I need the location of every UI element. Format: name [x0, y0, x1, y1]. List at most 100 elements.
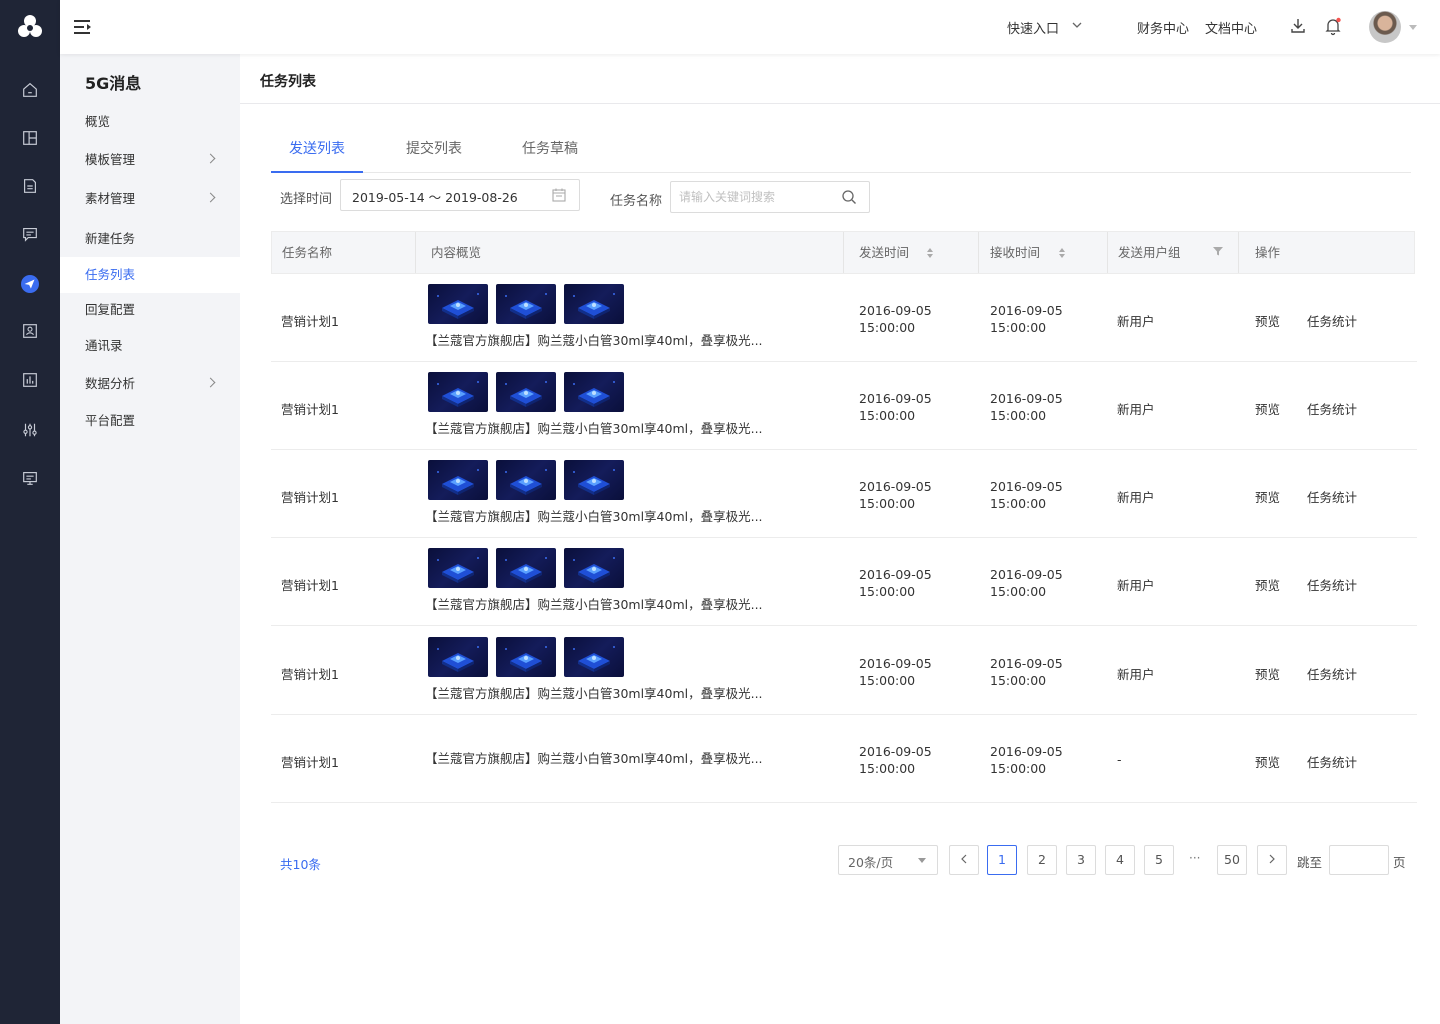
- search-input[interactable]: [679, 188, 839, 206]
- notification-bell-icon[interactable]: [1323, 16, 1343, 36]
- receive-time-cell: 2016-09-05 15:00:00: [990, 655, 1063, 689]
- preview-thumbnail[interactable]: [428, 460, 488, 500]
- receive-clock: 15:00:00: [990, 673, 1047, 688]
- finance-center-link[interactable]: 财务中心: [1137, 18, 1189, 37]
- page-size-select[interactable]: 20条/页: [838, 845, 938, 875]
- task-stats-action-link[interactable]: 任务统计: [1307, 752, 1357, 771]
- quick-entry-dropdown[interactable]: 快速入口: [1007, 18, 1059, 37]
- preview-thumbnail[interactable]: [496, 460, 556, 500]
- tab-task-drafts[interactable]: 任务草稿: [522, 121, 578, 173]
- preview-action-link[interactable]: 预览: [1255, 575, 1280, 594]
- sidebar-item[interactable]: 概览: [60, 104, 240, 140]
- sliders-icon[interactable]: [20, 420, 40, 440]
- page-title: 任务列表: [260, 74, 316, 90]
- jump-page-input[interactable]: [1329, 845, 1389, 875]
- task-stats-action-link[interactable]: 任务统计: [1307, 399, 1357, 418]
- send-clock: 15:00:00: [859, 408, 916, 423]
- docs-center-link[interactable]: 文档中心: [1205, 18, 1257, 37]
- user-avatar[interactable]: [1369, 11, 1401, 43]
- document-icon[interactable]: [20, 176, 40, 196]
- tab-send-list[interactable]: 发送列表: [289, 121, 345, 173]
- preview-thumbnail[interactable]: [428, 372, 488, 412]
- page-number-button[interactable]: 50: [1217, 845, 1247, 875]
- sidebar-item[interactable]: 回复配置: [60, 292, 240, 328]
- sidebar-item[interactable]: 数据分析: [60, 366, 240, 402]
- sort-icon[interactable]: [926, 247, 934, 259]
- next-page-button[interactable]: [1257, 845, 1287, 875]
- prev-page-button[interactable]: [949, 845, 979, 875]
- calendar-icon: [552, 188, 566, 202]
- sidebar-item[interactable]: 模板管理: [60, 142, 240, 178]
- sidebar-item-label: 回复配置: [85, 302, 136, 317]
- send-date: 2016-09-05: [859, 567, 932, 582]
- page-number-button[interactable]: 1: [987, 845, 1017, 875]
- preview-thumbnail[interactable]: [564, 548, 624, 588]
- preview-action-link[interactable]: 预览: [1255, 311, 1280, 330]
- avatar-caret-icon[interactable]: [1409, 25, 1417, 30]
- send-clock: 15:00:00: [859, 673, 916, 688]
- tab-submit-list[interactable]: 提交列表: [406, 121, 462, 173]
- preview-thumbnail[interactable]: [428, 548, 488, 588]
- preview-thumbnail[interactable]: [428, 637, 488, 677]
- tab-bar: 发送列表 提交列表 任务草稿: [271, 121, 1411, 173]
- module-title: 5G消息: [85, 74, 142, 93]
- page-number-button[interactable]: 4: [1105, 845, 1135, 875]
- preview-thumbnail[interactable]: [428, 284, 488, 324]
- search-icon[interactable]: [841, 189, 857, 205]
- preview-thumbnail[interactable]: [496, 372, 556, 412]
- home-icon[interactable]: [20, 80, 40, 100]
- menu-toggle-icon[interactable]: [72, 17, 94, 37]
- download-icon[interactable]: [1288, 16, 1308, 36]
- app-logo-icon[interactable]: [15, 12, 45, 42]
- chevron-left-icon: [961, 854, 967, 864]
- bar-chart-icon[interactable]: [20, 370, 40, 390]
- title-divider: [240, 103, 1440, 104]
- filter-icon[interactable]: [1213, 246, 1223, 256]
- preview-text: 【兰蔻官方旗舰店】购兰蔻小白管30ml享40ml，叠享极光...: [425, 686, 763, 701]
- preview-thumbnail[interactable]: [564, 284, 624, 324]
- preview-thumbnail[interactable]: [496, 637, 556, 677]
- sidebar-item[interactable]: 任务列表: [60, 257, 240, 293]
- preview-thumbnail[interactable]: [564, 460, 624, 500]
- column-divider: [843, 232, 844, 273]
- sort-icon[interactable]: [1058, 247, 1066, 259]
- col-content-preview: 内容概览: [431, 245, 482, 260]
- preview-thumbnail[interactable]: [564, 372, 624, 412]
- sidebar-item[interactable]: 通讯录: [60, 328, 240, 364]
- preview-thumbnail[interactable]: [496, 284, 556, 324]
- preview-action-link[interactable]: 预览: [1255, 487, 1280, 506]
- sidebar-item[interactable]: 素材管理: [60, 181, 240, 217]
- send-clock: 15:00:00: [859, 761, 916, 776]
- send-icon[interactable]: [21, 275, 39, 293]
- preview-action-link[interactable]: 预览: [1255, 664, 1280, 683]
- monitor-icon[interactable]: [20, 468, 40, 488]
- page-number-button[interactable]: 5: [1144, 845, 1174, 875]
- message-icon[interactable]: [20, 224, 40, 244]
- send-clock: 15:00:00: [859, 496, 916, 511]
- column-divider: [1107, 232, 1108, 273]
- receive-clock: 15:00:00: [990, 761, 1047, 776]
- page-number-button[interactable]: 3: [1066, 845, 1096, 875]
- task-name-cell: 营销计划1: [281, 402, 339, 417]
- sidebar-item-label: 新建任务: [85, 231, 136, 246]
- preview-thumbnail[interactable]: [564, 637, 624, 677]
- task-stats-action-link[interactable]: 任务统计: [1307, 664, 1357, 683]
- chevron-down-icon[interactable]: [1070, 18, 1084, 32]
- task-stats-action-link[interactable]: 任务统计: [1307, 487, 1357, 506]
- contact-card-icon[interactable]: [20, 321, 40, 341]
- sidebar-item[interactable]: 平台配置: [60, 403, 240, 439]
- task-stats-action-link[interactable]: 任务统计: [1307, 575, 1357, 594]
- sidebar-item-label: 任务列表: [85, 267, 136, 282]
- task-stats-action-link[interactable]: 任务统计: [1307, 311, 1357, 330]
- sidebar-item[interactable]: 新建任务: [60, 221, 240, 257]
- receive-date: 2016-09-05: [990, 391, 1063, 406]
- preview-thumbnail[interactable]: [496, 548, 556, 588]
- page-number-button[interactable]: 2: [1027, 845, 1057, 875]
- layout-icon[interactable]: [20, 128, 40, 148]
- task-name-cell: 营销计划1: [281, 578, 339, 593]
- preview-action-link[interactable]: 预览: [1255, 752, 1280, 771]
- preview-action-link[interactable]: 预览: [1255, 399, 1280, 418]
- date-range-picker[interactable]: 2019-05-14 ～ 2019-08-26: [340, 179, 580, 211]
- receive-time-cell: 2016-09-05 15:00:00: [990, 566, 1063, 600]
- send-time-cell: 2016-09-05 15:00:00: [859, 743, 932, 777]
